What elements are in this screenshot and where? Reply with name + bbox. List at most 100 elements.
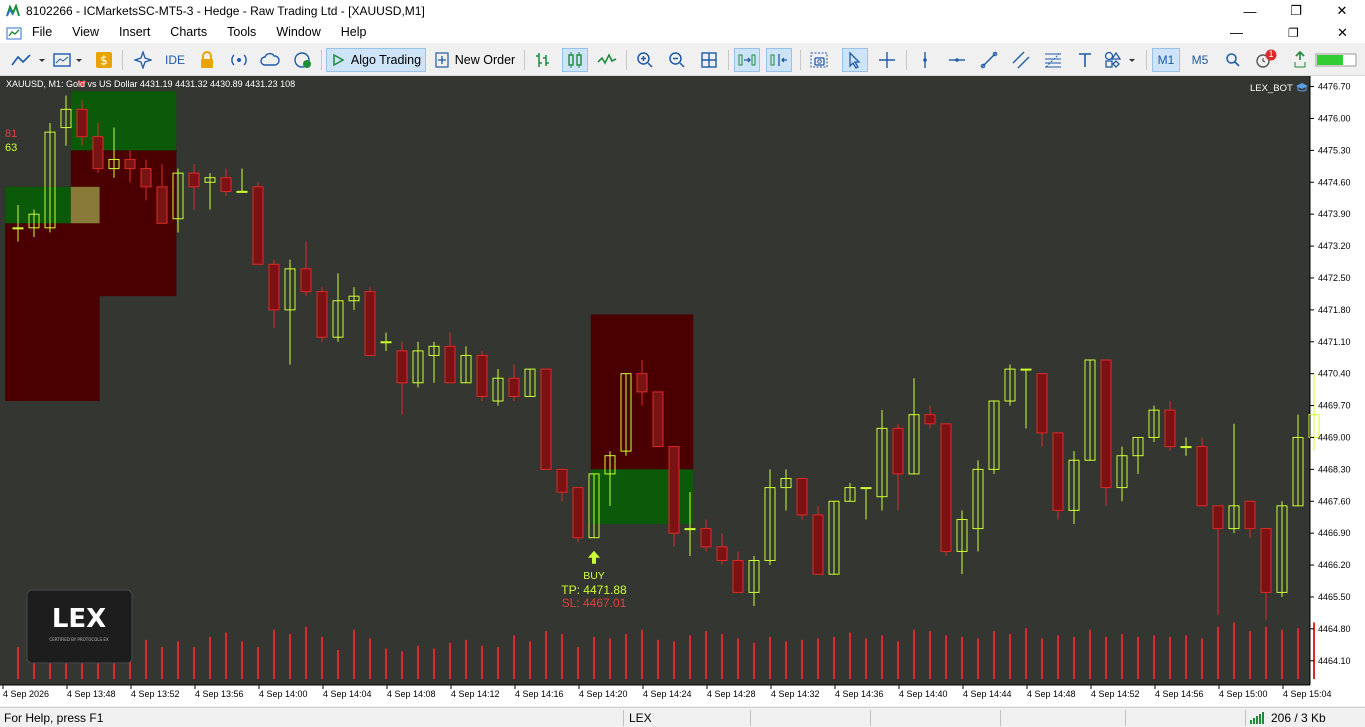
maximize-button[interactable]: ❐ — [1273, 0, 1319, 22]
signal-icon[interactable] — [228, 48, 250, 72]
menu-help[interactable]: Help — [331, 22, 377, 43]
candle-body — [940, 423, 952, 552]
vertical-line-icon[interactable] — [914, 48, 936, 72]
time-axis-label: 4 Sep 13:48 — [67, 689, 116, 699]
bar-chart-icon[interactable] — [532, 48, 554, 72]
price-axis-label: 4473.20 — [1318, 241, 1351, 251]
templates-dropdown[interactable] — [52, 48, 88, 72]
candle[interactable] — [668, 446, 680, 547]
menu-window[interactable]: Window — [266, 22, 330, 43]
timeframe-m1-button[interactable]: M1 — [1152, 48, 1180, 72]
zoom-out-icon[interactable] — [666, 48, 688, 72]
auto-scroll-icon[interactable] — [734, 48, 760, 72]
sparkle-icon[interactable] — [132, 48, 154, 72]
zoom-in-icon[interactable] — [634, 48, 656, 72]
line-chart-icon[interactable] — [596, 48, 618, 72]
candle-body — [1196, 446, 1208, 507]
candle-body — [380, 341, 392, 344]
volume-bar — [385, 648, 387, 679]
candle-body — [444, 345, 456, 384]
candle[interactable] — [572, 487, 584, 543]
status-profile[interactable]: LEX — [629, 711, 652, 725]
new-order-button[interactable]: New Order — [432, 48, 518, 72]
text-icon[interactable] — [1074, 48, 1096, 72]
algo-trading-label: Algo Trading — [350, 53, 422, 67]
cloud-icon[interactable] — [259, 48, 281, 72]
volume-bar — [145, 639, 147, 679]
volume-bar — [833, 636, 835, 679]
time-axis-label: 4 Sep 14:48 — [1027, 689, 1076, 699]
crosshair-icon[interactable] — [876, 48, 898, 72]
price-axis-label: 4473.90 — [1318, 209, 1351, 219]
shapes-dropdown[interactable] — [1104, 48, 1140, 72]
time-axis-label: 4 Sep 13:56 — [195, 689, 244, 699]
chart-type-dropdown[interactable] — [10, 48, 50, 72]
volume-bar — [545, 631, 547, 679]
minimize-button[interactable]: — — [1227, 0, 1273, 22]
volume-bar — [1265, 626, 1267, 679]
candle[interactable] — [652, 391, 664, 448]
candle[interactable] — [796, 477, 808, 520]
trend-line-icon[interactable] — [978, 48, 1000, 72]
algo-trading-button[interactable]: Algo Trading — [326, 48, 426, 72]
price-axis-label: 4469.70 — [1318, 401, 1351, 411]
ide-button[interactable]: IDE — [162, 48, 188, 72]
vps-icon[interactable] — [292, 48, 314, 72]
candle-body — [364, 291, 376, 356]
volume-bar — [401, 651, 403, 679]
child-minimize-button[interactable]: — — [1230, 25, 1243, 40]
volume-bar — [865, 638, 867, 679]
candle-body — [12, 227, 24, 230]
price-chart[interactable]: 4476.70 4476.00 4475.30 4474.60 4473.90 4473.… — [0, 76, 1365, 706]
menu-insert[interactable]: Insert — [109, 22, 160, 43]
volume-bar — [913, 629, 915, 679]
notifications-icon[interactable]: 1 — [1252, 48, 1280, 72]
volume-bar — [1153, 635, 1155, 679]
candle[interactable] — [476, 350, 488, 402]
fibonacci-icon[interactable] — [1042, 48, 1064, 72]
candle[interactable] — [940, 423, 952, 556]
child-close-button[interactable]: ✕ — [1337, 25, 1348, 41]
candle-body — [668, 446, 680, 534]
menu-tools[interactable]: Tools — [217, 22, 266, 43]
lock-icon[interactable] — [196, 48, 218, 72]
candlestick-icon[interactable] — [562, 48, 588, 72]
search-icon[interactable] — [1222, 48, 1244, 72]
candle-body — [1212, 505, 1224, 530]
time-axis-label: 4 Sep 14:52 — [1091, 689, 1140, 699]
candle[interactable] — [316, 287, 328, 342]
candle-body — [796, 477, 808, 516]
volume-bar — [337, 650, 339, 679]
candle[interactable] — [1196, 437, 1208, 507]
menu-view[interactable]: View — [62, 22, 109, 43]
volume-bar — [225, 632, 227, 679]
screenshot-icon[interactable] — [808, 48, 830, 72]
time-axis-label: 4 Sep 14:00 — [259, 689, 308, 699]
buy-signal-label: BUY — [583, 570, 605, 582]
candle[interactable] — [364, 287, 376, 356]
volume-bar — [273, 629, 275, 679]
candle[interactable] — [252, 182, 264, 265]
price-axis[interactable] — [1310, 76, 1365, 706]
chart-shift-icon[interactable] — [766, 48, 792, 72]
candle[interactable] — [1052, 432, 1064, 520]
chart-window-icon[interactable] — [6, 25, 22, 41]
close-button[interactable]: ✕ — [1319, 0, 1365, 22]
menu-file[interactable]: File — [22, 22, 62, 43]
volume-bar — [737, 638, 739, 679]
indicator-name-label: LEX_BOT — [1250, 83, 1293, 94]
candle[interactable] — [1100, 359, 1112, 506]
candle[interactable] — [812, 505, 824, 575]
menu-charts[interactable]: Charts — [160, 22, 217, 43]
horizontal-line-icon[interactable] — [946, 48, 968, 72]
volume-bar — [625, 634, 627, 679]
cursor-icon[interactable] — [842, 48, 868, 72]
candle-body — [1052, 432, 1064, 511]
price-axis-label: 4472.50 — [1318, 273, 1351, 283]
candle[interactable] — [540, 368, 552, 470]
timeframe-m5-button[interactable]: M5 — [1186, 48, 1214, 72]
tile-windows-icon[interactable] — [698, 48, 720, 72]
dollar-icon[interactable]: $ — [93, 48, 115, 72]
child-restore-button[interactable]: ❐ — [1288, 26, 1299, 40]
channel-icon[interactable] — [1010, 48, 1032, 72]
